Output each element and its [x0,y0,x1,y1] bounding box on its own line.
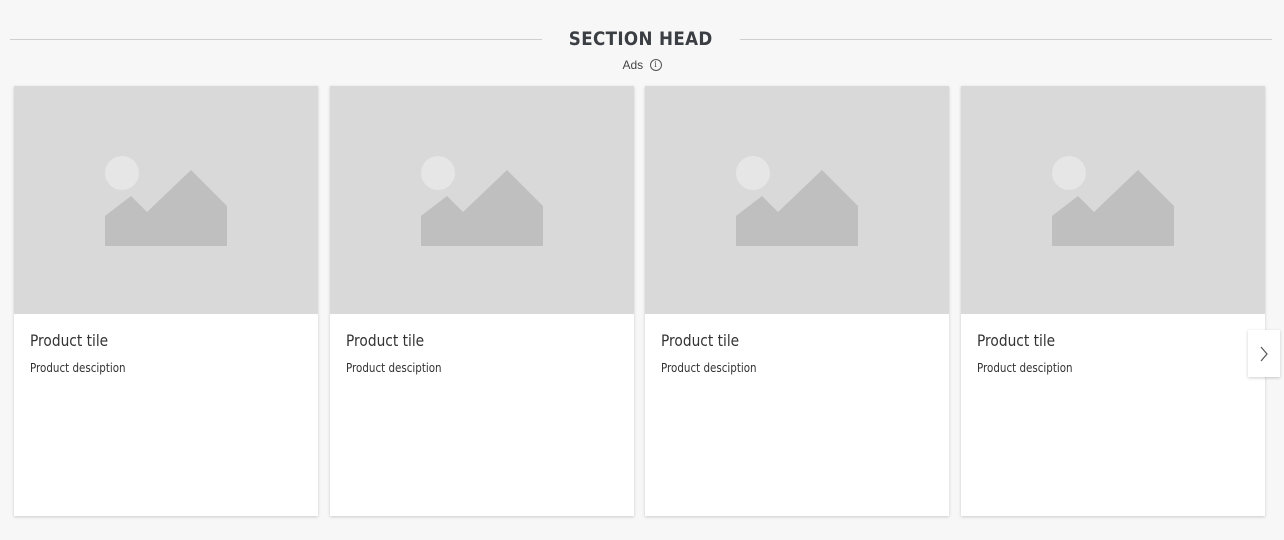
image-placeholder-icon [421,156,543,246]
image-placeholder-icon [1052,156,1174,246]
chevron-right-icon [1260,346,1268,361]
product-description: Product desciption [977,361,1073,375]
product-card[interactable]: Product tile Product desciption [330,86,634,516]
ads-disclosure: Ads i [0,57,1284,72]
product-image [14,86,318,314]
product-image [961,86,1265,314]
header-divider-right [739,38,1272,40]
product-card-list: Product tile Product desciption Product … [14,86,1266,516]
product-image [330,86,634,314]
info-icon[interactable]: i [649,58,662,71]
section-header: SECTION HEAD [10,24,1272,54]
product-title[interactable]: Product tile [977,331,1055,350]
product-description: Product desciption [30,361,126,375]
section-title: SECTION HEAD [569,28,713,50]
image-placeholder-icon [736,156,858,246]
product-title[interactable]: Product tile [661,331,739,350]
carousel-next-button[interactable] [1248,330,1280,377]
product-image [645,86,949,314]
product-card[interactable]: Product tile Product desciption [14,86,318,516]
product-card[interactable]: Product tile Product desciption [645,86,949,516]
header-divider-left [10,38,543,40]
ads-label: Ads [622,57,644,72]
product-carousel-section: SECTION HEAD Ads i Product tile Product … [0,0,1284,540]
image-placeholder-icon [105,156,227,246]
product-card[interactable]: Product tile Product desciption [961,86,1265,516]
product-description: Product desciption [661,361,757,375]
product-title[interactable]: Product tile [30,331,108,350]
product-description: Product desciption [346,361,442,375]
product-title[interactable]: Product tile [346,331,424,350]
